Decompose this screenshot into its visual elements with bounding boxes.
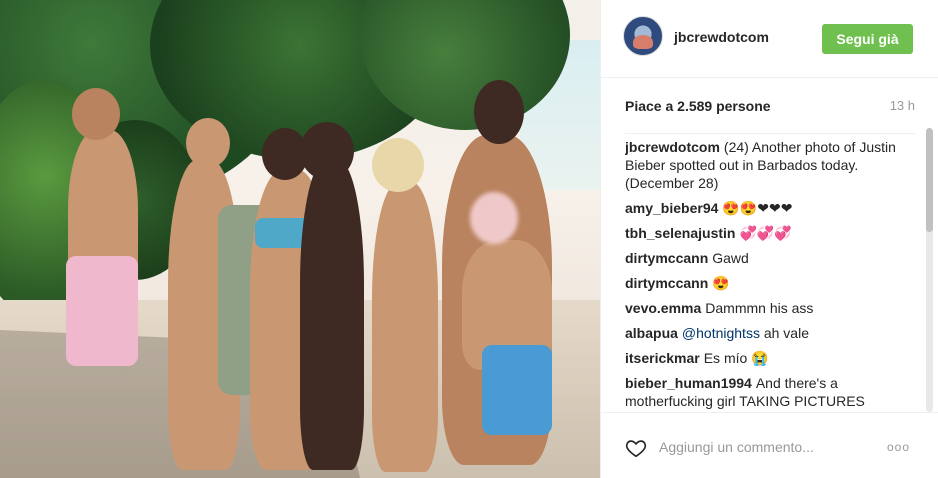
heart-outline-icon[interactable] [625, 437, 647, 459]
avatar[interactable] [623, 16, 663, 56]
likes-count[interactable]: Piace a 2.589 persone [625, 98, 771, 114]
post-header: jbcrewdotcom Segui già [601, 0, 938, 78]
person-head [474, 80, 524, 144]
more-options-icon[interactable]: ooo [887, 440, 910, 454]
comment-item: vevo.emma Dammmn his ass [625, 299, 915, 317]
comments-scrollbar[interactable] [926, 128, 933, 412]
comment-username[interactable]: amy_bieber94 [625, 200, 718, 216]
pink-towel [66, 256, 138, 366]
blurred-face [470, 192, 518, 244]
following-button[interactable]: Segui già [822, 24, 913, 54]
comment-username[interactable]: dirtymccann [625, 275, 708, 291]
comment-username[interactable]: dirtymccann [625, 250, 708, 266]
comment-text: ah vale [763, 325, 809, 341]
comment-username[interactable]: albapua [625, 325, 678, 341]
post-photo[interactable] [0, 0, 600, 478]
comment-text: Dammmn his ass [705, 300, 814, 316]
comment-text: 💞💞💞 [739, 225, 792, 241]
comment-item: tbh_selenajustin 💞💞💞 [625, 224, 915, 242]
comment-item: bieber_human1994 And there's a motherfuck… [625, 374, 915, 410]
username-link[interactable]: jbcrewdotcom [674, 29, 769, 45]
comment-username[interactable]: tbh_selenajustin [625, 225, 735, 241]
comment-item: dirtymccann Gawd [625, 249, 915, 267]
blue-shorts [482, 345, 552, 435]
post-footer: ooo [601, 412, 938, 478]
comment-text: Gawd [712, 250, 749, 266]
post-timestamp[interactable]: 13 h [890, 98, 915, 113]
comment-input[interactable] [659, 435, 869, 459]
comment-item: itserickmar Es mío 😭 [625, 349, 915, 367]
post-sidebar: jbcrewdotcom Segui già Piace a 2.589 per… [600, 0, 938, 478]
comment-text: Es mío 😭 [703, 350, 769, 366]
person-head [186, 118, 230, 168]
person-figure [300, 160, 364, 470]
comment-mention[interactable]: @hotnightss [682, 325, 760, 341]
person-head [372, 138, 424, 192]
comment-item: dirtymccann 😍 [625, 274, 915, 292]
comment-username[interactable]: jbcrewdotcom [625, 139, 720, 155]
comment-username[interactable]: vevo.emma [625, 300, 701, 316]
likes-row: Piace a 2.589 persone 13 h [625, 97, 915, 117]
person-head [72, 88, 120, 140]
comment-text: 😍 [712, 275, 730, 291]
comment-username[interactable]: itserickmar [625, 350, 700, 366]
comment-text: 😍😍❤❤❤ [722, 200, 793, 216]
comment-item: amy_bieber94 😍😍❤❤❤ [625, 199, 915, 217]
person-figure [372, 182, 438, 472]
comments-list: jbcrewdotcom (24) Another photo of Justin… [625, 133, 915, 411]
scrollbar-thumb[interactable] [926, 128, 933, 232]
comment-username[interactable]: bieber_human1994 [625, 375, 752, 391]
person-head [300, 122, 354, 180]
comment-item: albapua @hotnightss ah vale [625, 324, 915, 342]
comment-item: jbcrewdotcom (24) Another photo of Justin… [625, 138, 915, 192]
